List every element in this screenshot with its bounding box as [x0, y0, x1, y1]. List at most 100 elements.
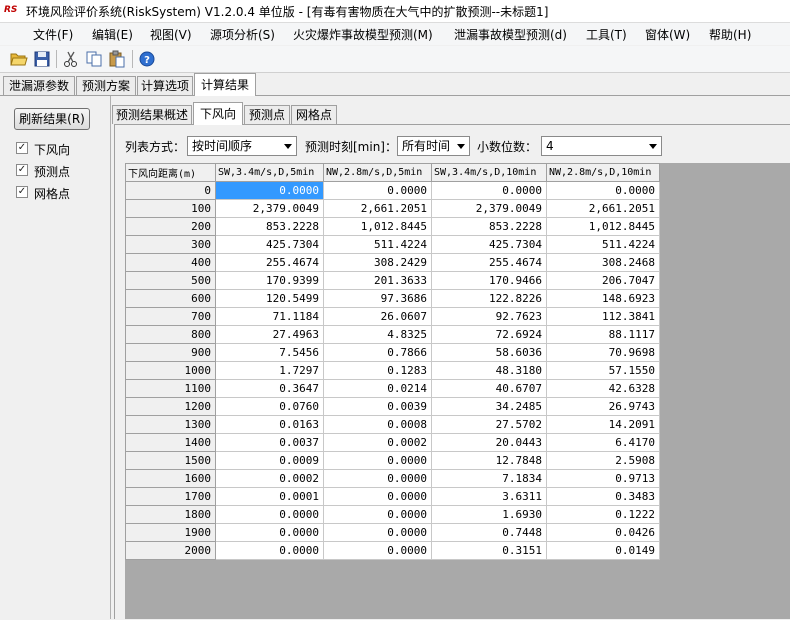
table-cell[interactable]: 0.0149 — [546, 541, 660, 560]
table-cell[interactable]: 6.4170 — [546, 433, 660, 452]
table-cell[interactable]: 4.8325 — [323, 325, 432, 344]
table-cell[interactable]: 2,379.0049 — [431, 199, 547, 218]
row-header-distance[interactable]: 900 — [125, 343, 216, 362]
tab-result-summary[interactable]: 预测结果概述 — [112, 105, 192, 124]
tab-calc-results[interactable]: 计算结果 — [194, 73, 256, 96]
table-cell[interactable]: 42.6328 — [546, 379, 660, 398]
table-row[interactable]: 1100 0.3647 0.0214 40.6707 42.6328 — [125, 379, 660, 398]
table-cell[interactable]: 7.1834 — [431, 469, 547, 488]
open-folder-icon[interactable] — [10, 50, 28, 68]
table-cell[interactable]: 255.4674 — [431, 253, 547, 272]
column-header[interactable]: SW,3.4m/s,D,10min — [431, 163, 547, 182]
table-cell[interactable]: 0.0000 — [546, 181, 660, 200]
table-cell[interactable]: 2,661.2051 — [323, 199, 432, 218]
table-cell[interactable]: 71.1184 — [215, 307, 324, 326]
table-row[interactable]: 700 71.1184 26.0607 92.7623 112.3841 — [125, 307, 660, 326]
table-row[interactable]: 1900 0.0000 0.0000 0.7448 0.0426 — [125, 523, 660, 542]
table-cell[interactable]: 0.0426 — [546, 523, 660, 542]
table-cell[interactable]: 511.4224 — [323, 235, 432, 254]
table-cell[interactable]: 0.0002 — [323, 433, 432, 452]
menu-leak-prediction[interactable]: 泄漏事故模型预测(d) — [454, 26, 567, 43]
table-cell[interactable]: 48.3180 — [431, 361, 547, 380]
row-header-distance[interactable]: 700 — [125, 307, 216, 326]
table-cell[interactable]: 853.2228 — [215, 217, 324, 236]
table-cell[interactable]: 425.7304 — [215, 235, 324, 254]
row-header-distance[interactable]: 500 — [125, 271, 216, 290]
table-cell[interactable]: 0.3483 — [546, 487, 660, 506]
prediction-point-checkbox[interactable]: ✓ — [16, 164, 28, 176]
table-cell[interactable]: 20.0443 — [431, 433, 547, 452]
row-header-distance[interactable]: 200 — [125, 217, 216, 236]
menu-file[interactable]: 文件(F) — [33, 26, 73, 43]
table-cell[interactable]: 3.6311 — [431, 487, 547, 506]
menu-tools[interactable]: 工具(T) — [586, 26, 627, 43]
table-cell[interactable]: 1,012.8445 — [546, 217, 660, 236]
table-cell[interactable]: 120.5499 — [215, 289, 324, 308]
table-row[interactable]: 100 2,379.0049 2,661.2051 2,379.0049 2,661.2… — [125, 199, 660, 218]
table-cell[interactable]: 255.4674 — [215, 253, 324, 272]
table-cell[interactable]: 72.6924 — [431, 325, 547, 344]
table-row[interactable]: 1000 1.7297 0.1283 48.3180 57.1550 — [125, 361, 660, 380]
table-cell[interactable]: 511.4224 — [546, 235, 660, 254]
column-header[interactable]: NW,2.8m/s,D,5min — [323, 163, 432, 182]
table-cell[interactable]: 0.1283 — [323, 361, 432, 380]
table-cell[interactable]: 0.1222 — [546, 505, 660, 524]
menu-window[interactable]: 窗体(W) — [645, 26, 690, 43]
table-cell[interactable]: 0.0000 — [323, 541, 432, 560]
table-cell[interactable]: 0.9713 — [546, 469, 660, 488]
menu-source-analysis[interactable]: 源项分析(S) — [210, 26, 275, 43]
tab-calc-options[interactable]: 计算选项 — [137, 76, 193, 95]
paste-icon[interactable] — [108, 50, 126, 68]
column-header[interactable]: 下风向距离(m) — [125, 163, 216, 182]
row-header-distance[interactable]: 600 — [125, 289, 216, 308]
table-cell[interactable]: 0.0037 — [215, 433, 324, 452]
table-row[interactable]: 0 0.0000 0.0000 0.0000 0.0000 — [125, 181, 660, 200]
table-cell[interactable]: 0.0000 — [431, 181, 547, 200]
row-header-distance[interactable]: 1100 — [125, 379, 216, 398]
table-cell[interactable]: 27.5702 — [431, 415, 547, 434]
table-cell[interactable]: 0.0008 — [323, 415, 432, 434]
table-cell[interactable]: 853.2228 — [431, 217, 547, 236]
row-header-distance[interactable]: 400 — [125, 253, 216, 272]
row-header-distance[interactable]: 1600 — [125, 469, 216, 488]
table-cell[interactable]: 425.7304 — [431, 235, 547, 254]
table-cell[interactable]: 170.9399 — [215, 271, 324, 290]
row-header-distance[interactable]: 1500 — [125, 451, 216, 470]
table-cell[interactable]: 40.6707 — [431, 379, 547, 398]
table-cell[interactable]: 2,661.2051 — [546, 199, 660, 218]
table-cell[interactable]: 0.0009 — [215, 451, 324, 470]
menu-view[interactable]: 视图(V) — [150, 26, 192, 43]
refresh-results-button[interactable]: 刷新结果(R) — [14, 108, 90, 130]
help-icon[interactable]: ? — [138, 50, 156, 68]
save-icon[interactable] — [33, 50, 51, 68]
table-row[interactable]: 400 255.4674 308.2429 255.4674 308.2468 — [125, 253, 660, 272]
table-cell[interactable]: 70.9698 — [546, 343, 660, 362]
row-header-distance[interactable]: 1300 — [125, 415, 216, 434]
decimals-select[interactable]: 4 — [541, 136, 662, 156]
grid-point-checkbox[interactable]: ✓ — [16, 186, 28, 198]
table-cell[interactable]: 0.0000 — [215, 523, 324, 542]
table-row[interactable]: 1300 0.0163 0.0008 27.5702 14.2091 — [125, 415, 660, 434]
table-row[interactable]: 300 425.7304 511.4224 425.7304 511.4224 — [125, 235, 660, 254]
time-select[interactable]: 所有时间 — [397, 136, 470, 156]
row-header-distance[interactable]: 1400 — [125, 433, 216, 452]
row-header-distance[interactable]: 1000 — [125, 361, 216, 380]
table-cell[interactable]: 0.0214 — [323, 379, 432, 398]
tab-prediction-plan[interactable]: 预测方案 — [76, 76, 136, 95]
table-cell[interactable]: 2,379.0049 — [215, 199, 324, 218]
tab-downwind[interactable]: 下风向 — [193, 102, 243, 125]
table-cell[interactable]: 0.0000 — [215, 181, 324, 200]
table-cell[interactable]: 0.0000 — [323, 487, 432, 506]
table-cell[interactable]: 0.0001 — [215, 487, 324, 506]
row-header-distance[interactable]: 1200 — [125, 397, 216, 416]
table-cell[interactable]: 1.7297 — [215, 361, 324, 380]
menu-help[interactable]: 帮助(H) — [709, 26, 751, 43]
menu-fire-explosion[interactable]: 火灾爆炸事故模型预测(M) — [293, 26, 433, 43]
tab-leak-source-params[interactable]: 泄漏源参数 — [3, 76, 75, 95]
table-cell[interactable]: 7.5456 — [215, 343, 324, 362]
table-cell[interactable]: 0.7448 — [431, 523, 547, 542]
table-cell[interactable]: 201.3633 — [323, 271, 432, 290]
table-row[interactable]: 800 27.4963 4.8325 72.6924 88.1117 — [125, 325, 660, 344]
table-row[interactable]: 500 170.9399 201.3633 170.9466 206.7047 — [125, 271, 660, 290]
row-header-distance[interactable]: 1800 — [125, 505, 216, 524]
